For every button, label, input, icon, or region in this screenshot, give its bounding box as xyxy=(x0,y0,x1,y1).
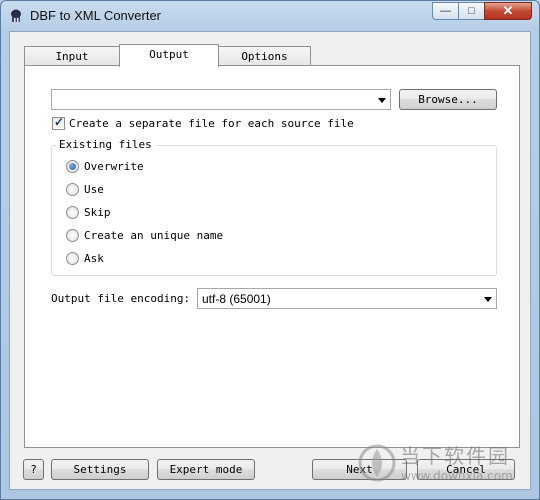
chevron-down-icon xyxy=(484,296,492,302)
output-tab-panel: Browse... ✓ Create a separate file for e… xyxy=(24,65,520,448)
radio-use-label: Use xyxy=(84,183,104,196)
radio-unique-name-label: Create an unique name xyxy=(84,229,224,242)
encoding-label: Output file encoding: xyxy=(51,292,191,305)
separate-file-label: Create a separate file for each source f… xyxy=(69,117,354,130)
browse-button[interactable]: Browse... xyxy=(399,89,497,110)
checkmark-icon: ✓ xyxy=(54,115,65,129)
tab-input[interactable]: Input xyxy=(24,46,120,66)
radio-ask[interactable] xyxy=(66,252,79,265)
tab-options[interactable]: Options xyxy=(218,46,311,66)
app-window: DBF to XML Converter — □ ✕ Input Output … xyxy=(0,0,540,500)
watermark-text: 当下软件园 xyxy=(400,444,510,468)
existing-files-legend: Existing files xyxy=(56,138,155,151)
close-button[interactable]: ✕ xyxy=(484,2,532,20)
radio-use[interactable] xyxy=(66,183,79,196)
title-bar[interactable]: DBF to XML Converter — □ ✕ xyxy=(1,1,539,31)
chevron-down-icon xyxy=(378,97,386,103)
watermark-url: www.downxia.com xyxy=(401,469,513,483)
radio-unique-name[interactable] xyxy=(66,229,79,242)
radio-skip[interactable] xyxy=(66,206,79,219)
expert-mode-button[interactable]: Expert mode xyxy=(157,459,255,480)
app-icon xyxy=(11,9,21,22)
radio-overwrite[interactable] xyxy=(66,160,79,173)
settings-button[interactable]: Settings xyxy=(51,459,149,480)
output-path-combobox[interactable] xyxy=(51,89,391,110)
separate-file-checkbox[interactable]: ✓ xyxy=(52,115,65,130)
minimize-icon: — xyxy=(440,5,451,17)
minimize-button[interactable]: — xyxy=(432,2,459,20)
watermark-logo-icon xyxy=(358,444,396,482)
help-button[interactable]: ? xyxy=(23,459,44,480)
watermark: 当下软件园 www.downxia.com xyxy=(357,437,527,491)
maximize-icon: □ xyxy=(468,5,475,17)
maximize-button[interactable]: □ xyxy=(458,2,485,20)
radio-overwrite-label: Overwrite xyxy=(84,160,144,173)
window-title: DBF to XML Converter xyxy=(30,8,162,23)
radio-ask-label: Ask xyxy=(84,252,104,265)
encoding-select[interactable]: utf-8 (65001) xyxy=(197,288,497,309)
radio-skip-label: Skip xyxy=(84,206,111,219)
encoding-value: utf-8 (65001) xyxy=(202,292,271,306)
dialog-client-area: Input Output Options Browse... ✓ Create … xyxy=(9,31,531,490)
close-icon: ✕ xyxy=(502,3,514,18)
tab-output[interactable]: Output xyxy=(119,44,219,67)
